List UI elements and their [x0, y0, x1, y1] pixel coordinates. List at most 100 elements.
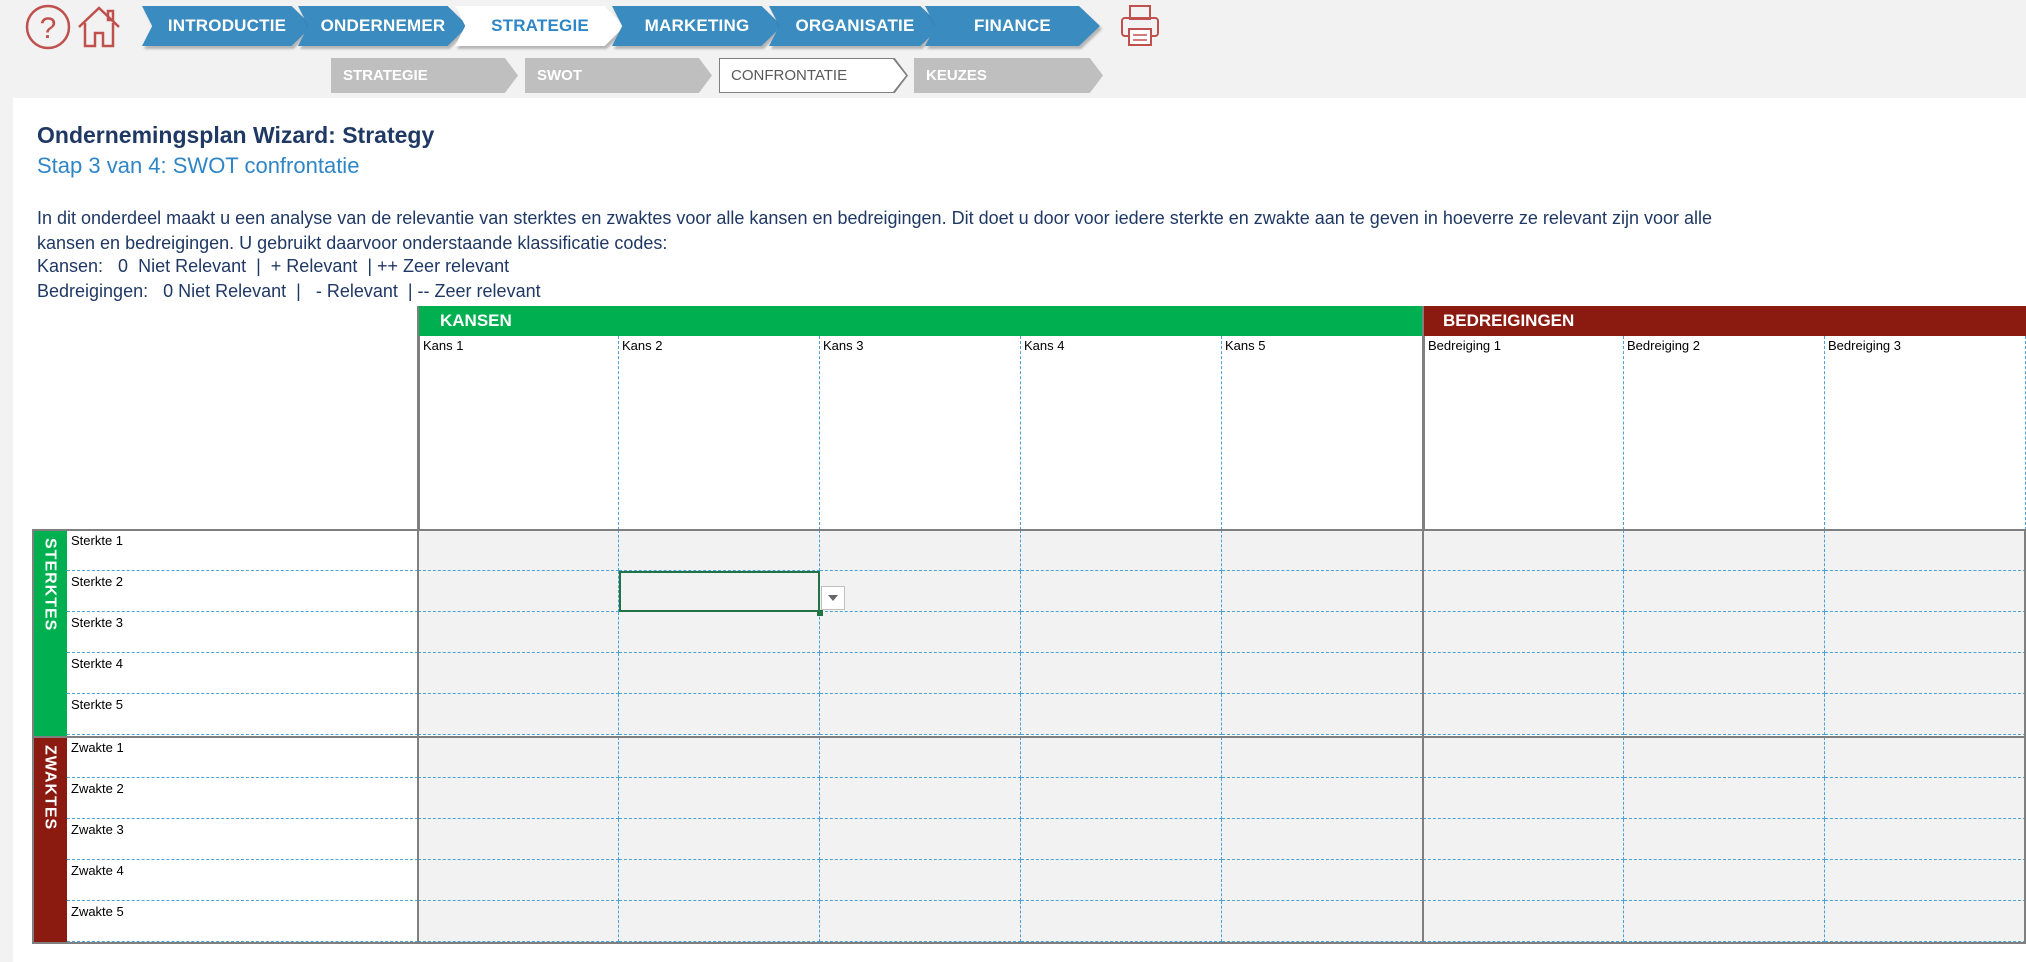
matrix-cell[interactable]: [820, 860, 1021, 901]
matrix-cell[interactable]: [1825, 653, 2026, 694]
matrix-cell[interactable]: [418, 819, 619, 860]
subtab-swot[interactable]: SWOT: [525, 58, 712, 93]
matrix-cell[interactable]: [1021, 571, 1222, 612]
matrix-cell[interactable]: [619, 819, 820, 860]
matrix-cell[interactable]: [619, 571, 820, 612]
matrix-cell[interactable]: [619, 860, 820, 901]
tab-ondernemer[interactable]: ONDERNEMER: [298, 6, 468, 46]
matrix-cell[interactable]: [1825, 860, 2026, 901]
matrix-cell[interactable]: [418, 653, 619, 694]
matrix-cell[interactable]: [619, 778, 820, 819]
column-header-kans[interactable]: Kans 2: [619, 336, 820, 530]
matrix-cell[interactable]: [418, 571, 619, 612]
matrix-cell[interactable]: [619, 653, 820, 694]
matrix-cell[interactable]: [1624, 901, 1825, 942]
matrix-cell[interactable]: [1423, 571, 1624, 612]
matrix-cell[interactable]: [1021, 901, 1222, 942]
matrix-cell[interactable]: [1222, 778, 1423, 819]
matrix-cell[interactable]: [1222, 530, 1423, 571]
matrix-cell[interactable]: [1222, 819, 1423, 860]
matrix-cell[interactable]: [820, 571, 1021, 612]
matrix-cell[interactable]: [1222, 860, 1423, 901]
matrix-cell[interactable]: [820, 819, 1021, 860]
matrix-cell[interactable]: [418, 530, 619, 571]
tab-marketing[interactable]: MARKETING: [612, 6, 782, 46]
matrix-cell[interactable]: [1825, 737, 2026, 778]
row-label-zwakte[interactable]: Zwakte 4: [67, 860, 418, 901]
row-label-sterkte[interactable]: Sterkte 3: [67, 612, 418, 653]
row-label-zwakte[interactable]: Zwakte 1: [67, 737, 418, 778]
matrix-cell[interactable]: [820, 530, 1021, 571]
column-header-bedreiging[interactable]: Bedreiging 3: [1825, 336, 2026, 530]
matrix-cell[interactable]: [820, 737, 1021, 778]
matrix-cell[interactable]: [820, 694, 1021, 735]
matrix-cell[interactable]: [1423, 612, 1624, 653]
row-label-zwakte[interactable]: Zwakte 3: [67, 819, 418, 860]
matrix-cell[interactable]: [619, 612, 820, 653]
matrix-cell[interactable]: [418, 860, 619, 901]
matrix-cell[interactable]: [1624, 737, 1825, 778]
matrix-cell[interactable]: [418, 737, 619, 778]
column-header-bedreiging[interactable]: Bedreiging 2: [1624, 336, 1825, 530]
cell-dropdown-button[interactable]: [821, 586, 845, 610]
matrix-cell[interactable]: [1423, 860, 1624, 901]
matrix-cell[interactable]: [1021, 694, 1222, 735]
matrix-cell[interactable]: [1624, 653, 1825, 694]
column-header-kans[interactable]: Kans 3: [820, 336, 1021, 530]
row-label-zwakte[interactable]: Zwakte 5: [67, 901, 418, 942]
matrix-cell[interactable]: [1624, 571, 1825, 612]
subtab-keuzes[interactable]: KEUZES: [914, 58, 1103, 93]
matrix-cell[interactable]: [1825, 612, 2026, 653]
matrix-cell[interactable]: [1021, 612, 1222, 653]
matrix-cell[interactable]: [1624, 778, 1825, 819]
row-label-zwakte[interactable]: Zwakte 2: [67, 778, 418, 819]
tab-introductie[interactable]: INTRODUCTIE: [142, 6, 312, 46]
tab-strategie[interactable]: STRATEGIE: [455, 6, 625, 46]
matrix-cell[interactable]: [1021, 860, 1222, 901]
matrix-cell[interactable]: [1825, 778, 2026, 819]
matrix-cell[interactable]: [1021, 819, 1222, 860]
row-label-sterkte[interactable]: Sterkte 1: [67, 530, 418, 571]
matrix-cell[interactable]: [1423, 901, 1624, 942]
subtab-confrontatie[interactable]: CONFRONTATIE: [719, 58, 908, 93]
tab-organisatie[interactable]: ORGANISATIE: [769, 6, 941, 46]
tab-finance[interactable]: FINANCE: [925, 6, 1100, 46]
matrix-cell[interactable]: [418, 778, 619, 819]
matrix-cell[interactable]: [1825, 530, 2026, 571]
matrix-cell[interactable]: [619, 694, 820, 735]
matrix-cell[interactable]: [1423, 737, 1624, 778]
row-label-sterkte[interactable]: Sterkte 5: [67, 694, 418, 735]
matrix-cell[interactable]: [619, 737, 820, 778]
matrix-cell[interactable]: [1825, 901, 2026, 942]
matrix-cell[interactable]: [1021, 737, 1222, 778]
column-header-bedreiging[interactable]: Bedreiging 1: [1423, 336, 1624, 530]
matrix-cell[interactable]: [820, 653, 1021, 694]
matrix-cell[interactable]: [619, 530, 820, 571]
matrix-cell[interactable]: [1423, 778, 1624, 819]
matrix-cell[interactable]: [1423, 653, 1624, 694]
matrix-cell[interactable]: [1624, 860, 1825, 901]
matrix-cell[interactable]: [1624, 530, 1825, 571]
matrix-cell[interactable]: [1021, 530, 1222, 571]
matrix-cell[interactable]: [1222, 694, 1423, 735]
matrix-cell[interactable]: [1825, 694, 2026, 735]
column-header-kans[interactable]: Kans 5: [1222, 336, 1423, 530]
matrix-cell[interactable]: [1222, 571, 1423, 612]
matrix-cell[interactable]: [619, 901, 820, 942]
matrix-cell[interactable]: [820, 778, 1021, 819]
matrix-cell[interactable]: [418, 612, 619, 653]
matrix-cell[interactable]: [1825, 571, 2026, 612]
matrix-cell[interactable]: [1624, 612, 1825, 653]
home-icon[interactable]: [75, 3, 123, 51]
question-mark-icon[interactable]: ?: [24, 3, 72, 51]
matrix-cell[interactable]: [820, 901, 1021, 942]
matrix-cell[interactable]: [1423, 530, 1624, 571]
matrix-cell[interactable]: [1021, 778, 1222, 819]
matrix-cell[interactable]: [418, 694, 619, 735]
matrix-cell[interactable]: [1222, 653, 1423, 694]
matrix-cell[interactable]: [1423, 819, 1624, 860]
matrix-cell[interactable]: [1222, 612, 1423, 653]
column-header-kans[interactable]: Kans 1: [418, 336, 619, 530]
matrix-cell[interactable]: [418, 901, 619, 942]
subtab-strategie[interactable]: STRATEGIE: [331, 58, 518, 93]
